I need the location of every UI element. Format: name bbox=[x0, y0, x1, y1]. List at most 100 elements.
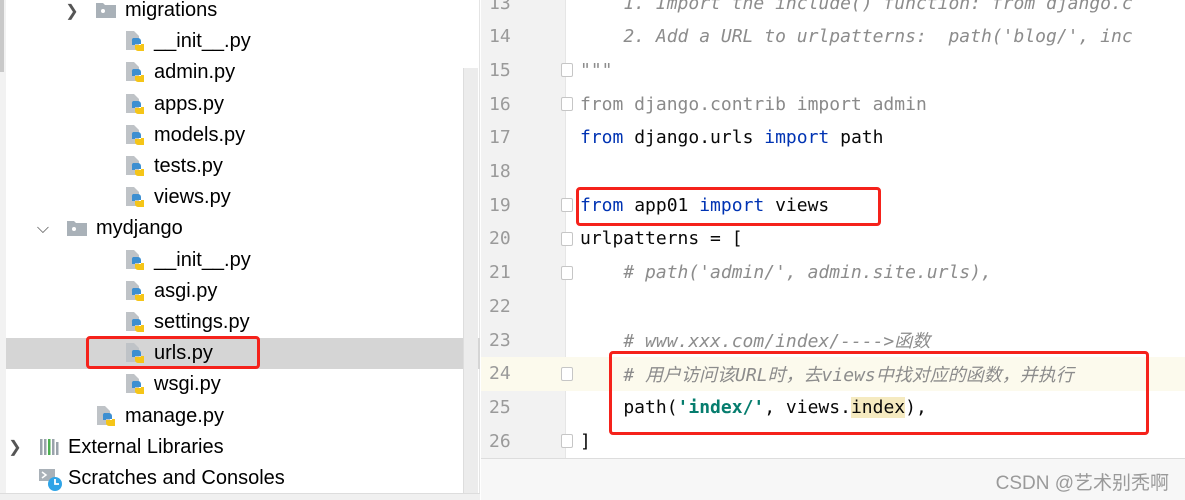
line-number: 20 bbox=[489, 228, 511, 250]
code-text: 1. Import the include() function: from d… bbox=[580, 0, 1133, 14]
tree-item-label: __init__.py bbox=[154, 248, 251, 271]
code-text: """ bbox=[580, 60, 613, 81]
tree-item-label: wsgi.py bbox=[154, 373, 221, 396]
tree-item-label: apps.py bbox=[154, 92, 225, 115]
annotation-box-urls bbox=[86, 336, 260, 369]
python-file-icon bbox=[124, 124, 146, 146]
line-number: 21 bbox=[489, 262, 511, 284]
code-token: # path('admin/', admin.site.urls), bbox=[580, 262, 992, 284]
fold-marker-icon[interactable] bbox=[561, 366, 573, 381]
annotation-box-urlpattern bbox=[609, 351, 1149, 435]
code-token: """ bbox=[580, 59, 613, 81]
tree-item[interactable]: models.py bbox=[6, 120, 463, 151]
code-text: urlpatterns = [ bbox=[580, 228, 743, 249]
line-number: 19 bbox=[489, 194, 511, 216]
tree-item-label: Scratches and Consoles bbox=[68, 467, 285, 489]
python-file-icon bbox=[124, 280, 146, 302]
tree-item[interactable]: apps.py bbox=[6, 89, 463, 120]
code-text: 2. Add a URL to urlpatterns: path('blog/… bbox=[580, 26, 1133, 48]
code-text: # path('admin/', admin.site.urls), bbox=[580, 262, 992, 284]
fold-marker-icon[interactable] bbox=[561, 198, 573, 213]
python-file-icon bbox=[124, 186, 146, 208]
line-number: 15 bbox=[489, 59, 511, 81]
python-file-icon bbox=[124, 373, 146, 395]
code-editor[interactable]: 13 1. Import the include() function: fro… bbox=[481, 0, 1185, 500]
code-line[interactable]: 13 1. Import the include() function: fro… bbox=[481, 0, 1185, 20]
line-number: 14 bbox=[489, 26, 511, 48]
python-file-icon bbox=[95, 405, 117, 427]
code-text: ] bbox=[580, 431, 591, 452]
code-line[interactable]: 18 bbox=[481, 155, 1185, 189]
python-file-icon bbox=[124, 155, 146, 177]
line-number: 25 bbox=[489, 396, 511, 418]
code-line[interactable]: 21 # path('admin/', admin.site.urls), bbox=[481, 256, 1185, 290]
tree-item[interactable]: asgi.py bbox=[6, 276, 463, 307]
code-line[interactable]: 17 from django.urls import path bbox=[481, 121, 1185, 155]
line-number: 26 bbox=[489, 430, 511, 452]
tree-item[interactable]: settings.py bbox=[6, 307, 463, 338]
tree-scrollbar[interactable] bbox=[463, 68, 478, 494]
fold-marker-icon[interactable] bbox=[561, 97, 573, 112]
library-icon bbox=[38, 436, 60, 458]
tree-item-label: External Libraries bbox=[68, 435, 224, 458]
tree-item-label: mydjango bbox=[96, 217, 183, 240]
code-line[interactable]: 22 bbox=[481, 289, 1185, 323]
tree-item-label: tests.py bbox=[154, 155, 223, 177]
tree-item-label: __init__.py bbox=[154, 30, 251, 53]
code-token: import bbox=[764, 127, 830, 149]
python-file-icon bbox=[124, 93, 146, 115]
line-number: 22 bbox=[489, 295, 511, 317]
tree-item[interactable]: __init__.py bbox=[6, 245, 463, 276]
python-file-icon bbox=[124, 249, 146, 271]
folder-icon bbox=[66, 217, 88, 239]
tree-item-label: asgi.py bbox=[154, 279, 218, 302]
code-token: from django.contrib import admin bbox=[580, 93, 927, 115]
tree-item[interactable]: admin.py bbox=[6, 57, 463, 88]
tree-item-label: views.py bbox=[154, 186, 231, 209]
code-token: ] bbox=[580, 430, 591, 452]
scrollbar-thumb[interactable] bbox=[0, 0, 4, 72]
code-token: from bbox=[580, 127, 624, 149]
tree-item[interactable]: Scratches and Consoles bbox=[6, 463, 463, 494]
tree-item-label: migrations bbox=[125, 0, 218, 21]
line-number: 17 bbox=[489, 127, 511, 149]
fold-marker-icon[interactable] bbox=[561, 434, 573, 449]
code-text: from django.contrib import admin bbox=[580, 94, 927, 115]
tree-item[interactable]: __init__.py bbox=[6, 26, 463, 57]
fold-marker-icon[interactable] bbox=[561, 265, 573, 280]
tree-item-label: admin.py bbox=[154, 61, 236, 84]
tree-item[interactable]: wsgi.py bbox=[6, 369, 463, 400]
tree-item[interactable]: views.py bbox=[6, 182, 463, 213]
code-token: urlpatterns = [ bbox=[580, 228, 743, 250]
fold-marker-icon[interactable] bbox=[561, 231, 573, 246]
code-line[interactable]: 20 urlpatterns = [ bbox=[481, 222, 1185, 256]
tree-item-label: manage.py bbox=[125, 404, 224, 427]
tree-item[interactable]: ❯ External Libraries bbox=[6, 432, 463, 463]
line-number: 23 bbox=[489, 329, 511, 351]
code-line[interactable]: 16 from django.contrib import admin bbox=[481, 87, 1185, 121]
tree-item[interactable]: manage.py bbox=[6, 401, 463, 432]
tree-item-label: settings.py bbox=[154, 311, 250, 333]
code-token: 2. Add a URL to urlpatterns: path('blog/… bbox=[580, 26, 1133, 48]
annotation-box-import bbox=[576, 187, 881, 226]
tree-item[interactable]: tests.py bbox=[6, 151, 463, 182]
line-number: 18 bbox=[489, 161, 511, 182]
fold-marker-icon[interactable] bbox=[561, 63, 573, 78]
tree-item[interactable]: ❯ migrations bbox=[6, 0, 463, 26]
code-line[interactable]: 14 2. Add a URL to urlpatterns: path('bl… bbox=[481, 20, 1185, 54]
line-number: 13 bbox=[489, 0, 511, 14]
chevron-down-icon[interactable]: ⌵ bbox=[36, 220, 50, 238]
code-token: django.urls bbox=[623, 127, 765, 149]
chevron-right-icon[interactable]: ❯ bbox=[8, 437, 22, 457]
project-tree: ❯ migrations __init__.py admin.py apps.py mod… bbox=[0, 0, 480, 500]
python-file-icon bbox=[124, 30, 146, 52]
chevron-right-icon[interactable]: ❯ bbox=[65, 1, 79, 21]
code-text: from django.urls import path bbox=[580, 127, 883, 148]
tree-item[interactable]: ⌵ mydjango bbox=[6, 213, 463, 244]
code-token: # www.xxx.com/index/---->函数 bbox=[580, 331, 931, 352]
tree-horizontal-scrollbar[interactable] bbox=[0, 493, 480, 500]
code-token: 1. Import the include() function: from d… bbox=[580, 0, 1133, 14]
code-line[interactable]: 15 """ bbox=[481, 53, 1185, 87]
python-file-icon bbox=[124, 61, 146, 83]
scratches-icon bbox=[38, 467, 62, 491]
